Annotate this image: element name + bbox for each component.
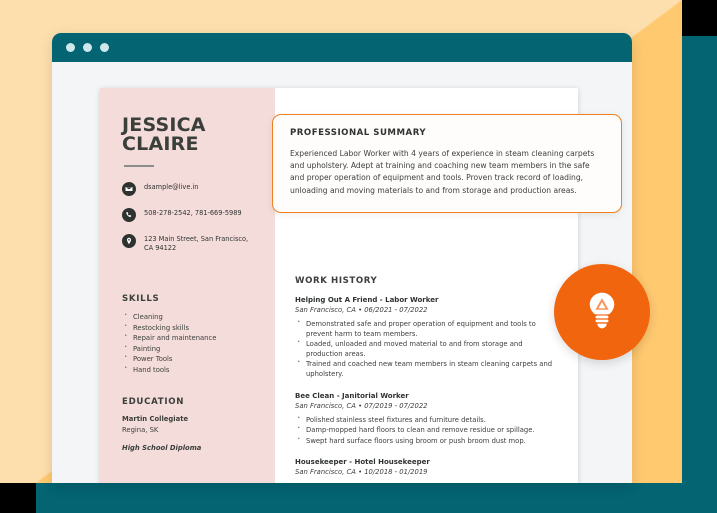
- contact-phone-text: 508-278-2542, 781-669-5989: [144, 209, 242, 217]
- name-divider: [124, 165, 154, 167]
- window-close-button[interactable]: [66, 43, 75, 52]
- education-section-title: EDUCATION: [122, 397, 185, 407]
- list-item: Loaded, unloaded and moved material to a…: [295, 337, 558, 359]
- background-black-top-right-block: [682, 0, 717, 36]
- work-history-entry: Housekeeper - Hotel Housekeeper San Fran…: [295, 457, 558, 477]
- phone-icon: [122, 208, 136, 222]
- list-item: Restocking skills: [122, 321, 259, 334]
- work-history-entry: Bee Clean - Janitorial Worker San Franci…: [295, 391, 558, 447]
- envelope-icon: [122, 182, 136, 196]
- list-item: Demonstrated safe and proper operation o…: [295, 317, 558, 339]
- window-minimize-button[interactable]: [83, 43, 92, 52]
- job-title: Housekeeper - Hotel Housekeeper: [295, 458, 430, 467]
- professional-summary-body: Experienced Labor Worker with 4 years of…: [290, 149, 595, 195]
- browser-window: JESSICA CLAIRE dsample@live.in 508-278-2…: [52, 33, 632, 483]
- job-meta: San Francisco, CA • 10/2018 - 01/2019: [295, 468, 428, 477]
- list-item: Swept hard surface floors using broom or…: [295, 434, 558, 447]
- background-black-bottom-left-block: [0, 483, 36, 513]
- work-history-entry: Helping Out A Friend - Labor Worker San …: [295, 295, 558, 380]
- list-item: Power Tools: [122, 352, 259, 365]
- job-title: Bee Clean - Janitorial Worker: [295, 391, 409, 400]
- education-entry: Martin Collegiate Regina, SK High School…: [122, 415, 259, 452]
- background-teal-bottom-band: [0, 483, 717, 513]
- professional-summary-callout: PROFESSIONAL SUMMARY Experienced Labor W…: [272, 114, 622, 213]
- location-pin-icon: [122, 234, 136, 248]
- contact-address-text: 123 Main Street, San Francisco, CA 94122: [144, 235, 249, 252]
- list-item: Painting: [122, 342, 259, 355]
- education-degree: High School Diploma: [122, 443, 202, 452]
- contact-email-text: dsample@live.in: [144, 183, 199, 191]
- professional-summary-title: PROFESSIONAL SUMMARY: [290, 128, 427, 138]
- skills-list: Cleaning Restocking skills Repair and ma…: [122, 310, 259, 376]
- resume-name-last: CLAIRE: [122, 133, 199, 155]
- work-history-section-title: WORK HISTORY: [295, 276, 378, 286]
- resume-sidebar: JESSICA CLAIRE dsample@live.in 508-278-2…: [100, 88, 275, 483]
- list-item: Cleaning: [122, 310, 259, 323]
- browser-titlebar: [52, 33, 632, 62]
- contact-phone: 508-278-2542, 781-669-5989: [122, 207, 259, 222]
- contact-address: 123 Main Street, San Francisco, CA 94122: [122, 233, 259, 253]
- job-bullets: Demonstrated safe and proper operation o…: [295, 317, 558, 380]
- education-school: Martin Collegiate: [122, 415, 189, 423]
- list-item: Polished stainless steel fixtures and fu…: [295, 413, 558, 426]
- skills-section-title: SKILLS: [122, 294, 160, 304]
- tip-badge[interactable]: [554, 264, 650, 360]
- lightbulb-icon: [579, 287, 625, 337]
- job-meta: San Francisco, CA • 06/2021 - 07/2022: [295, 306, 428, 314]
- list-item: Hand tools: [122, 363, 259, 376]
- job-bullets: Polished stainless steel fixtures and fu…: [295, 413, 558, 447]
- job-meta: San Francisco, CA • 07/2019 - 07/2022: [295, 401, 428, 410]
- list-item: Repair and maintenance: [122, 331, 259, 344]
- education-location: Regina, SK: [122, 425, 159, 434]
- list-item: Damp-mopped hard floors to clean and rem…: [295, 423, 558, 436]
- background-teal-right-band: [682, 0, 717, 513]
- window-maximize-button[interactable]: [100, 43, 109, 52]
- job-title: Helping Out A Friend - Labor Worker: [295, 296, 439, 304]
- list-item: Trained and coached new team members in …: [295, 357, 558, 379]
- resume-name: JESSICA CLAIRE: [122, 116, 259, 154]
- contact-email: dsample@live.in: [122, 181, 259, 196]
